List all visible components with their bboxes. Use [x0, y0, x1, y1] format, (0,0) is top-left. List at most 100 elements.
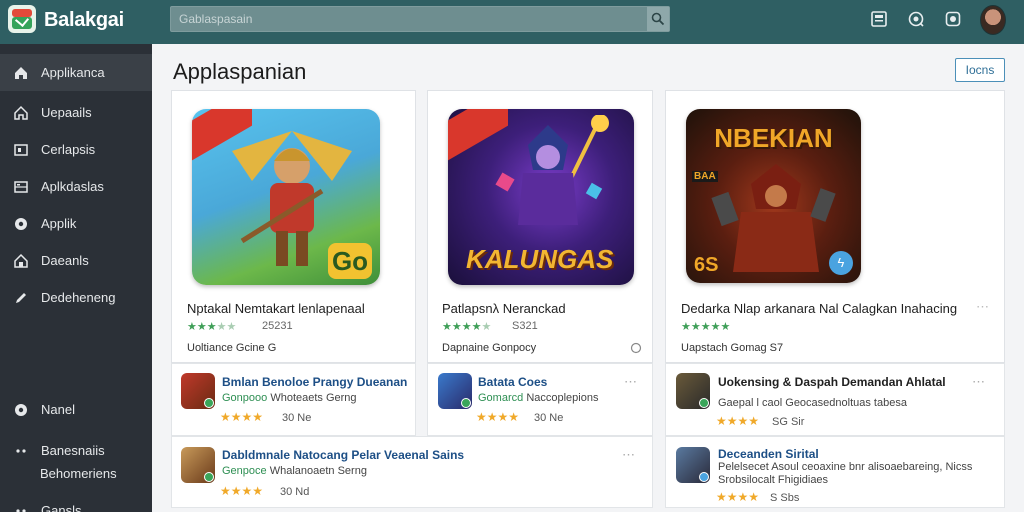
sidebar-item-label: Banesnaiis: [41, 443, 105, 458]
list-item[interactable]: Uokensing & Daspah Demandan Ahlatal ⋯ Ga…: [665, 363, 1005, 436]
sidebar-item-label: Dedeheneng: [41, 290, 116, 305]
row-count: S Sbs: [770, 492, 800, 504]
sidebar-item-uepaails[interactable]: Uepaails: [0, 94, 152, 131]
sidebar-item-cerlapsis[interactable]: Cerlapsis: [0, 131, 152, 168]
sidebar-item-banesnaiis[interactable]: Banesnaiis: [0, 432, 152, 469]
artwork-badge-text: Go: [328, 243, 372, 279]
list-item[interactable]: Bmlan Benoloe Prangy Dueanan Gonpooo Who…: [171, 363, 416, 436]
app-name: Dedarka Nlap arkanara Nal Calagkan Inaha…: [681, 301, 958, 316]
row-subtitle: Gonpooo Whoteaets Gerng: [222, 392, 357, 404]
row-title: Uokensing & Daspah Demandan Ahlatal: [718, 375, 946, 389]
featured-app-card[interactable]: KALUNGAS Patlapsnλ Neranckad ★★★★★ S321 …: [427, 90, 653, 363]
grid-icon: [14, 180, 28, 193]
pen-icon: [16, 292, 26, 303]
more-options-icon[interactable]: ⋯: [976, 299, 989, 315]
row-publisher: Gomarcd: [478, 392, 524, 404]
icons-button[interactable]: Iocns: [955, 58, 1005, 82]
list-item[interactable]: Batata Coes ⋯ Gomarcd Naccoplepions ★★★★…: [427, 363, 653, 436]
app-meta: Dapnaine Gonpocy: [442, 342, 537, 354]
sidebar-item-label: Uepaails: [41, 105, 92, 120]
featured-app-card[interactable]: NBEKIAN BAA 6S ϟ Dedarka Nlap arkanara N…: [665, 90, 1005, 363]
library-icon[interactable]: [870, 10, 888, 28]
top-bar: Balakgai: [0, 0, 1024, 44]
app-thumbnail: [438, 373, 472, 409]
profile-avatar[interactable]: [980, 5, 1006, 35]
rating-stars: ★★★★★: [442, 321, 492, 333]
row-count: 30 Ne: [282, 412, 312, 424]
lightning-badge-icon: ϟ: [829, 251, 853, 275]
row-rating-stars: ★★★★: [716, 414, 760, 428]
row-publisher: Genpoce: [222, 465, 267, 477]
sidebar-item-aplkdaslas[interactable]: Aplkdaslas: [0, 168, 152, 205]
review-count: 25231: [262, 320, 293, 332]
row-rating-stars: ★★★★: [716, 490, 760, 504]
sidebar-item-label: Aplkdaslas: [41, 179, 104, 194]
app-name: Nptakal Nemtakart lenlapenaal: [187, 301, 365, 316]
app-artwork: NBEKIAN BAA 6S ϟ: [686, 109, 861, 283]
search-box: [170, 6, 670, 32]
app-artwork: KALUNGAS: [448, 109, 634, 285]
sidebar-item-label: Applikanca: [41, 65, 105, 80]
row-rating-stars: ★★★★: [476, 410, 520, 424]
sidebar-item-behomeriens[interactable]: Behomeriens: [40, 466, 117, 481]
search-button[interactable]: [647, 7, 669, 31]
row-title: Batata Coes: [478, 375, 548, 389]
search-icon: [651, 12, 665, 26]
help-icon[interactable]: [907, 10, 925, 28]
sidebar-item-nanel[interactable]: Nanel: [0, 391, 152, 428]
sidebar-item-label: Cerlapsis: [41, 142, 96, 157]
app-logo-icon[interactable]: [8, 5, 36, 33]
warrior-character-icon: [495, 115, 609, 225]
artwork-corner-text: 6S: [694, 254, 719, 276]
circle-icon: [15, 403, 27, 416]
row-subtitle: Gomarcd Naccoplepions: [478, 392, 598, 404]
sidebar-item-label: Daeanls: [41, 253, 89, 268]
more-options-icon[interactable]: ⋯: [622, 447, 636, 463]
row-subtitle: Gaepal l caol Geocasednoltuas tabesa: [718, 397, 907, 409]
row-rating-stars: ★★★★: [220, 484, 264, 498]
app-meta: Uoltiance Gcine G: [187, 342, 277, 354]
more-options-icon[interactable]: ⋯: [624, 374, 638, 390]
dots-icon: [16, 508, 26, 512]
info-circle-icon[interactable]: [630, 342, 642, 354]
artwork-title-text: KALUNGAS: [466, 244, 614, 274]
featured-app-card[interactable]: Go Nptakal Nemtakart lenlapenaal ★★★★★ 2…: [171, 90, 416, 363]
sidebar-item-applik[interactable]: Applik: [0, 205, 152, 242]
artwork-title-text: NBEKIAN: [714, 123, 833, 153]
list-item[interactable]: Dabldmnale Natocang Pelar Veaenal Sains …: [171, 436, 653, 508]
list-item[interactable]: Deceanden Sirital Pelelsecet Asoul ceoax…: [665, 436, 1005, 508]
app-thumbnail: [676, 447, 710, 483]
sidebar-item-dedeheneng[interactable]: Dedeheneng: [0, 279, 152, 316]
app-name: Patlapsnλ Neranckad: [442, 301, 566, 316]
row-rating-stars: ★★★★: [220, 410, 264, 424]
row-count: SG Sir: [772, 416, 805, 428]
row-subtitle-2: Srobsilocalt Fhigidiaes: [718, 474, 829, 486]
search-input[interactable]: [171, 7, 647, 31]
row-category: Whalanoaetn Serng: [269, 465, 367, 477]
more-options-icon[interactable]: ⋯: [972, 374, 986, 390]
row-category: Naccoplepions: [526, 392, 599, 404]
settings-icon[interactable]: [944, 10, 962, 28]
row-publisher: Gonpooo: [222, 392, 268, 404]
sidebar-item-daeanls[interactable]: Daeanls: [0, 242, 152, 279]
artwork-subtext: BAA: [692, 171, 718, 182]
sidebar-item-label: Gansls: [41, 503, 82, 512]
rating-stars: ★★★★★: [681, 321, 731, 333]
app-thumbnail: [181, 373, 215, 409]
tv-icon: [14, 143, 28, 156]
page-title: Applaspanian: [173, 59, 307, 84]
sidebar: Applikanca Uepaails Cerlapsis Aplkdaslas…: [0, 44, 152, 512]
row-title: Deceanden Sirital: [718, 447, 819, 461]
app-artwork: Go: [192, 109, 380, 285]
home-icon: [14, 105, 28, 120]
row-title: Dabldmnale Natocang Pelar Veaenal Sains: [222, 448, 465, 462]
sidebar-item-gansls[interactable]: Gansls: [0, 492, 152, 512]
review-count: S321: [512, 320, 538, 332]
row-subtitle: Pelelsecet Asoul ceoaxine bnr alisoaebar…: [718, 461, 973, 473]
sidebar-item-label: Applik: [41, 216, 77, 231]
home-icon: [14, 253, 28, 268]
app-title: Balakgai: [44, 9, 124, 31]
row-count: 30 Ne: [534, 412, 564, 424]
app-thumbnail: [676, 373, 710, 409]
sidebar-item-applikanca[interactable]: Applikanca: [0, 54, 152, 91]
